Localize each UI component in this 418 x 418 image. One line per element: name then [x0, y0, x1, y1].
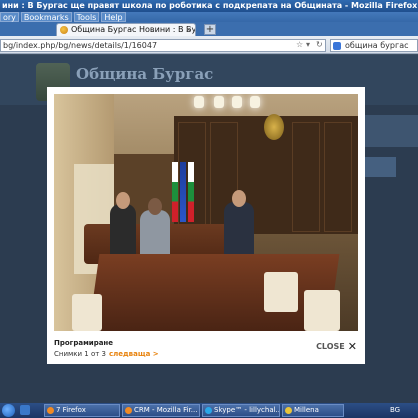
start-button[interactable]	[2, 404, 15, 417]
navigation-bar: bg/index.php/bg/news/details/1/16047 ☆ ▾…	[0, 36, 418, 54]
dropdown-icon[interactable]: ▾	[306, 40, 310, 49]
language-indicator[interactable]: BG	[390, 406, 400, 414]
burgas-favicon-icon	[60, 26, 68, 34]
search-text: община бургас	[345, 41, 409, 50]
close-label: CLOSE	[316, 342, 345, 351]
right-sidebar	[356, 65, 418, 177]
taskbar-item-label: 7 Firefox	[56, 406, 86, 414]
window-title: ини : В Бургас ще правят школа по роботи…	[0, 0, 418, 12]
bookmark-star-icon[interactable]: ☆	[296, 40, 303, 49]
tab-label: Община Бургас Новини : В Бургас ще ...	[71, 25, 196, 34]
image-lightbox: Програмиране Снимки 1 от 3 следваща > CL…	[47, 87, 365, 364]
photo-caption: Програмиране	[54, 339, 114, 347]
close-icon[interactable]: ✕	[348, 340, 357, 353]
close-tab-icon[interactable]: ×	[185, 24, 192, 36]
taskbar-firefox[interactable]: 7 Firefox	[44, 404, 120, 417]
menu-bookmarks[interactable]: Bookmarks	[20, 12, 72, 22]
taskbar-item-label: Skype™ - lillychal...	[214, 406, 280, 414]
url-field[interactable]: bg/index.php/bg/news/details/1/16047	[0, 39, 326, 52]
tab-burgas-news[interactable]: Община Бургас Новини : В Бургас ще ... ×	[56, 23, 196, 36]
sidebar-box	[356, 115, 418, 147]
search-field[interactable]: община бургас	[330, 39, 418, 52]
taskbar-item-label: CRM - Mozilla Fir...	[134, 406, 198, 414]
site-title: Община Бургас	[76, 65, 214, 83]
office-meeting-photo	[54, 94, 358, 331]
quicklaunch-icon[interactable]	[20, 405, 30, 415]
taskbar-millena[interactable]: Millena	[282, 404, 344, 417]
menu-bar: ory Bookmarks Tools Help	[0, 12, 418, 22]
next-photo-link[interactable]: следваща >	[109, 350, 159, 358]
photo-counter: Снимки 1 от 3	[54, 350, 107, 358]
new-tab-button[interactable]: +	[204, 24, 216, 35]
tab-bar: Община Бургас Новини : В Бургас ще ... ×…	[0, 22, 418, 36]
taskbar-crm[interactable]: CRM - Mozilla Fir...	[122, 404, 200, 417]
folder-icon	[285, 407, 292, 414]
reload-icon[interactable]: ↻	[316, 40, 323, 49]
menu-tools[interactable]: Tools	[73, 12, 100, 22]
firefox-icon	[125, 407, 132, 414]
menu-history[interactable]: ory	[0, 12, 19, 22]
taskbar: 7 Firefox CRM - Mozilla Fir... Skype™ - …	[0, 403, 418, 418]
search-engine-icon[interactable]	[333, 42, 341, 50]
firefox-icon	[47, 407, 54, 414]
close-button[interactable]: CLOSE ✕	[316, 340, 357, 353]
taskbar-skype[interactable]: Skype™ - lillychal...	[202, 404, 280, 417]
menu-help[interactable]: Help	[101, 12, 126, 22]
taskbar-item-label: Millena	[294, 406, 319, 414]
skype-icon	[205, 407, 212, 414]
